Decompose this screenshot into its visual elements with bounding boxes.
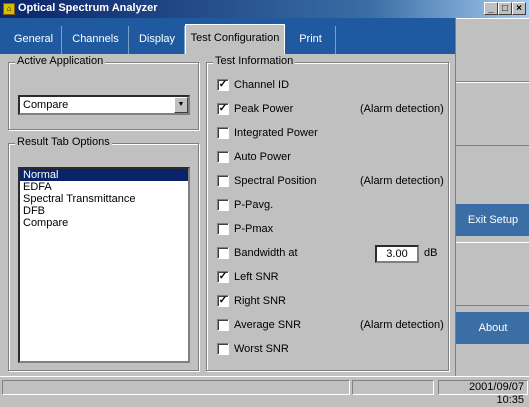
tab-general[interactable]: General — [6, 26, 62, 54]
test-configuration-panel: Active Application Compare ▼ Result Tab … — [0, 54, 455, 376]
label-integrated-power: Integrated Power — [234, 127, 318, 139]
tab-bar: General Channels Display Test Configurat… — [0, 18, 455, 54]
checkbox-p-pavg[interactable] — [217, 199, 229, 211]
right-slot-3 — [456, 242, 529, 306]
tab-display[interactable]: Display — [130, 26, 185, 54]
tab-test-configuration[interactable]: Test Configuration — [185, 24, 285, 54]
checkbox-left-snr[interactable]: ✓ — [217, 271, 229, 283]
list-item-compare[interactable]: Compare — [20, 217, 188, 229]
active-application-select[interactable]: Compare ▼ — [18, 95, 190, 115]
label-right-snr: Right SNR — [234, 295, 286, 307]
checkbox-average-snr[interactable] — [217, 319, 229, 331]
label-spectral-position: Spectral Position — [234, 175, 317, 187]
active-application-title: Active Application — [15, 55, 106, 67]
title-bar: ⌂ Optical Spectrum Analyzer _ □ × — [0, 0, 529, 18]
checkbox-worst-snr[interactable] — [217, 343, 229, 355]
window-title: Optical Spectrum Analyzer — [18, 2, 158, 14]
note-spectral-position: (Alarm detection) — [360, 175, 444, 187]
checkbox-channel-id[interactable]: ✓ — [217, 79, 229, 91]
label-channel-id: Channel ID — [234, 79, 290, 91]
label-worst-snr: Worst SNR — [234, 343, 289, 355]
status-cell-2 — [352, 380, 434, 395]
note-peak-power: (Alarm detection) — [360, 103, 444, 115]
test-information-title: Test Information — [213, 55, 296, 67]
right-slot-2 — [456, 82, 529, 146]
note-average-snr: (Alarm detection) — [360, 319, 444, 331]
list-item-edfa[interactable]: EDFA — [20, 181, 188, 193]
label-peak-power: Peak Power — [234, 103, 294, 115]
list-item-spectral-transmittance[interactable]: Spectral Transmittance — [20, 193, 188, 205]
active-application-group: Active Application Compare ▼ — [8, 55, 199, 130]
result-tab-list[interactable]: Normal EDFA Spectral Transmittance DFB C… — [18, 167, 190, 363]
bandwidth-unit: dB — [424, 247, 438, 259]
label-left-snr: Left SNR — [234, 271, 279, 283]
tab-print[interactable]: Print — [286, 26, 336, 54]
status-bar: 2001/09/07 10:35 — [0, 376, 529, 406]
result-tab-options-group: Result Tab Options Normal EDFA Spectral … — [8, 136, 199, 371]
maximize-button[interactable]: □ — [498, 2, 512, 15]
bandwidth-value-input[interactable]: 3.00 — [375, 245, 419, 263]
close-button[interactable]: × — [512, 2, 526, 15]
list-item-normal[interactable]: Normal — [20, 169, 188, 181]
status-cell-main — [2, 380, 350, 395]
label-auto-power: Auto Power — [234, 151, 291, 163]
checkbox-spectral-position[interactable] — [217, 175, 229, 187]
status-datetime: 2001/09/07 10:35 — [438, 380, 528, 406]
right-slot-1 — [456, 18, 529, 82]
checkbox-auto-power[interactable] — [217, 151, 229, 163]
checkbox-bandwidth[interactable] — [217, 247, 229, 259]
about-button[interactable]: About — [456, 312, 529, 344]
app-icon: ⌂ — [3, 3, 15, 15]
label-p-pavg: P-Pavg. — [234, 199, 274, 211]
active-application-value: Compare — [23, 99, 69, 111]
label-bandwidth: Bandwidth at — [234, 247, 298, 259]
minimize-button[interactable]: _ — [484, 2, 498, 15]
label-p-pmax: P-Pmax — [234, 223, 274, 235]
checkbox-right-snr[interactable]: ✓ — [217, 295, 229, 307]
label-average-snr: Average SNR — [234, 319, 302, 331]
result-tab-options-title: Result Tab Options — [15, 136, 112, 148]
exit-setup-button[interactable]: Exit Setup — [456, 204, 529, 236]
checkbox-p-pmax[interactable] — [217, 223, 229, 235]
list-item-dfb[interactable]: DFB — [20, 205, 188, 217]
checkbox-peak-power[interactable]: ✓ — [217, 103, 229, 115]
checkbox-integrated-power[interactable] — [217, 127, 229, 139]
test-information-group: Test Information ✓ Channel ID ✓ Peak Pow… — [206, 55, 449, 371]
right-button-panel: Exit Setup About — [455, 18, 529, 376]
chevron-down-icon[interactable]: ▼ — [174, 97, 188, 113]
option-bandwidth[interactable]: Bandwidth at 3.00 dB — [217, 245, 442, 263]
tab-channels[interactable]: Channels — [63, 26, 129, 54]
